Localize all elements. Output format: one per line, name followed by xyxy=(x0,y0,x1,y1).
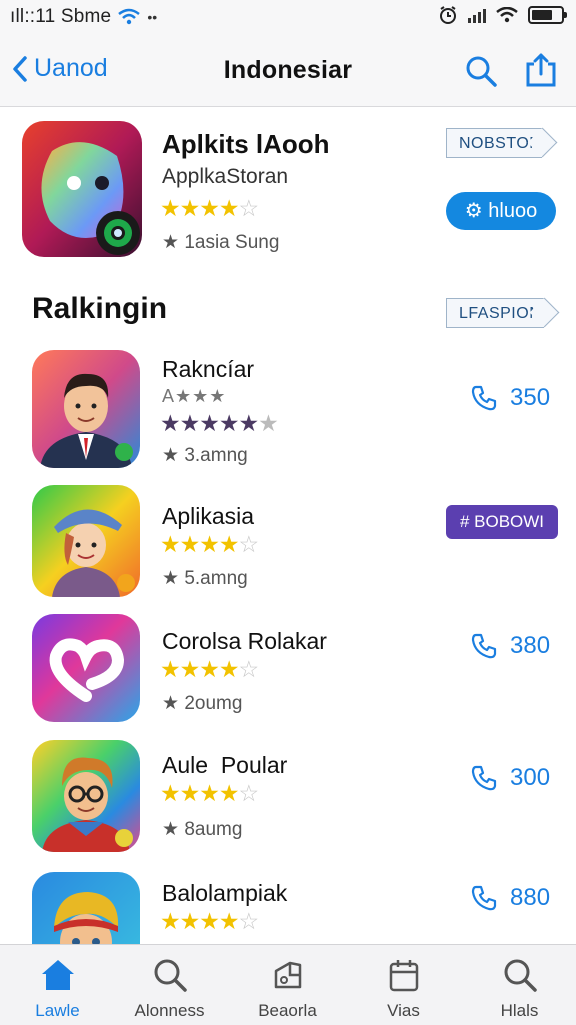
call-price-button[interactable]: 350 xyxy=(470,384,550,412)
app-icon xyxy=(32,485,140,597)
app-name: Rakncíar xyxy=(162,356,255,382)
app-name: Aule Poular xyxy=(162,752,288,778)
price-label: 350 xyxy=(510,384,551,411)
home-icon xyxy=(41,960,74,990)
featured-app-subtitle: ApplkaStoran xyxy=(162,165,289,188)
list-item[interactable]: Balolampiak ★★★★☆ 880 xyxy=(0,862,576,944)
alarm-icon xyxy=(440,6,456,24)
search-button[interactable] xyxy=(464,54,498,93)
cellular-signal-icon xyxy=(468,7,486,23)
app-secondary-rating: A★★★ xyxy=(162,386,227,406)
app-icon xyxy=(32,872,140,944)
app-meta-text: 3.amng xyxy=(184,445,248,466)
star-rating: ★★★★☆ xyxy=(160,780,259,806)
star-rating: ★★★★★★ xyxy=(160,410,279,436)
list-item[interactable]: Corolsa Rolakar ★★★★☆ ★ 2oumg 380 xyxy=(0,604,576,734)
tab-calendar[interactable]: Vias xyxy=(346,945,461,1025)
status-dots: •• xyxy=(147,9,158,25)
share-icon xyxy=(526,53,556,87)
app-meta: ★ 8aumg xyxy=(162,818,242,841)
gear-icon: ⚙ xyxy=(464,200,483,222)
featured-app-icon xyxy=(22,121,142,257)
tab-search-2[interactable]: Hlals xyxy=(462,945,576,1025)
call-price-button[interactable]: 380 xyxy=(470,632,550,660)
app-name: Balolampiak xyxy=(162,880,288,906)
app-meta-text: 2oumg xyxy=(184,693,243,714)
status-left: ıll::11 Sbme •• xyxy=(10,6,157,28)
phone-icon xyxy=(471,885,497,911)
search-icon xyxy=(154,959,187,992)
app-icon xyxy=(32,740,140,852)
app-icon xyxy=(32,614,140,722)
calendar-icon xyxy=(389,960,418,992)
navigation-bar: Uanod Indonesiar xyxy=(0,36,576,107)
tab-label: Vias xyxy=(387,1001,420,1020)
search-icon xyxy=(504,959,537,992)
featured-star-rating: ★★★★☆ xyxy=(160,195,259,221)
star-icon: ★ xyxy=(162,568,180,589)
tab-apps[interactable]: Beaorla xyxy=(230,945,345,1025)
hash-icon: # xyxy=(459,512,470,531)
featured-get-label: hluoo xyxy=(488,200,538,222)
bobowi-label: BOBOWI xyxy=(474,512,545,531)
status-bar: ıll::11 Sbme •• xyxy=(0,0,576,36)
app-meta-text: 5.amng xyxy=(184,568,248,589)
section-title: Ralkingin xyxy=(32,292,168,325)
tab-bar: Lawle Alonness Beaorla Vias Hlals xyxy=(0,944,576,1025)
bobowi-button[interactable]: # BOBOWI xyxy=(446,505,558,539)
featured-app[interactable]: Aplkits lAooh ApplkaStoran ★★★★☆ ★ 1asia… xyxy=(0,107,576,277)
app-meta: ★ 2oumg xyxy=(162,692,242,715)
price-label: 380 xyxy=(510,632,551,659)
list-item[interactable]: Aule Poular ★★★★☆ ★ 8aumg 300 xyxy=(0,730,576,860)
phone-icon xyxy=(471,765,497,791)
star-icon: ★ xyxy=(162,232,180,253)
star-rating: ★★★★☆ xyxy=(160,908,259,934)
featured-get-button[interactable]: ⚙ hluoo xyxy=(446,192,556,230)
phone-icon xyxy=(471,633,497,659)
see-all-button[interactable]: LFASPIOM xyxy=(446,298,544,328)
app-meta: ★ 3.amng xyxy=(162,444,248,467)
call-price-button[interactable]: 300 xyxy=(470,764,550,792)
star-icon: ★ xyxy=(162,693,180,714)
tab-home[interactable]: Lawle xyxy=(0,945,115,1025)
tab-label: Alonness xyxy=(134,1001,205,1020)
price-label: 300 xyxy=(510,764,551,791)
search-icon xyxy=(466,56,497,87)
status-right xyxy=(438,5,567,25)
tab-search[interactable]: Alonness xyxy=(112,945,227,1025)
featured-meta: ★ 1asia Sung xyxy=(162,231,279,254)
app-meta: ★ 5.amng xyxy=(162,567,248,590)
carrier-label: ıll::11 Sbme xyxy=(10,6,112,27)
wifi-icon xyxy=(118,8,141,25)
app-name: Corolsa Rolakar xyxy=(162,628,327,654)
app-meta-text: 8aumg xyxy=(184,819,243,840)
star-rating: ★★★★☆ xyxy=(160,531,259,557)
star-icon: ★ xyxy=(162,445,180,466)
battery-icon xyxy=(528,6,567,24)
star-rating: ★★★★☆ xyxy=(160,656,259,682)
featured-meta-text: 1asia Sung xyxy=(184,232,280,253)
call-price-button[interactable]: 880 xyxy=(470,884,550,912)
star-icon: ★ xyxy=(162,819,180,840)
featured-app-title: Aplkits lAooh xyxy=(162,129,330,159)
wifi-icon xyxy=(496,7,518,23)
list-item[interactable]: Rakncíar A★★★ ★★★★★★ ★ 3.amng 350 xyxy=(0,340,576,470)
price-label: 880 xyxy=(510,884,551,911)
nobston-button[interactable]: NOBSTON xyxy=(446,128,542,158)
apps-icon xyxy=(274,961,301,989)
list-item[interactable]: Aplikasia ★★★★☆ ★ 5.amng # BOBOWI xyxy=(0,475,576,605)
share-button[interactable] xyxy=(524,52,558,93)
app-icon xyxy=(32,350,140,468)
tab-label: Hlals xyxy=(500,1001,539,1020)
app-name: Aplikasia xyxy=(162,503,255,529)
tab-label: Beaorla xyxy=(258,1001,317,1020)
phone-icon xyxy=(471,385,497,411)
tab-label: Lawle xyxy=(35,1001,80,1020)
